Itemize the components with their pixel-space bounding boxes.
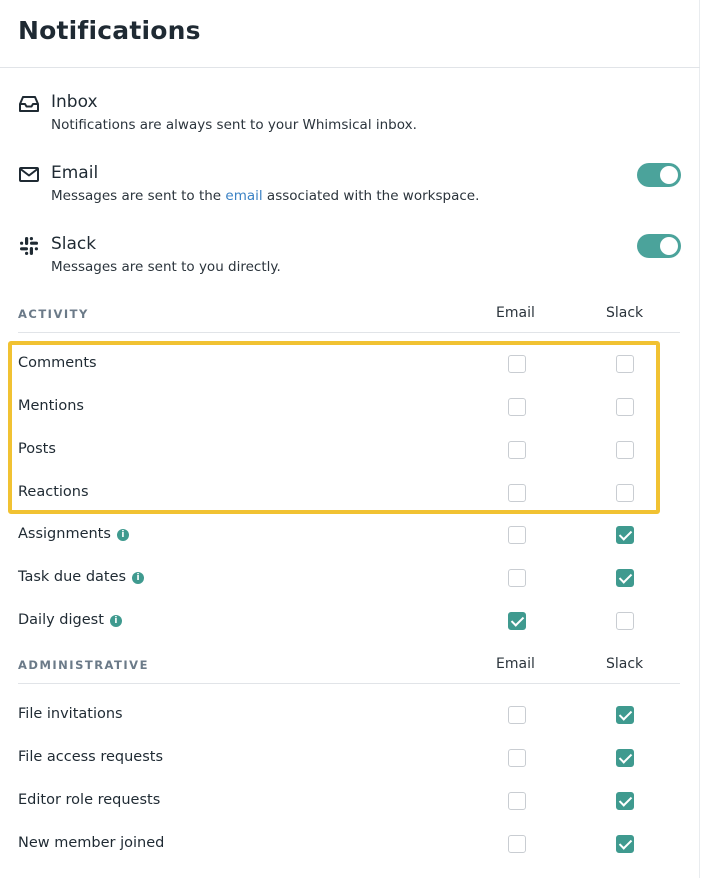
info-icon[interactable]: i	[109, 615, 122, 627]
file-invitations-email-checkbox[interactable]	[508, 706, 526, 724]
row-label: Assignments i	[18, 526, 129, 542]
daily-digest-slack-checkbox[interactable]	[616, 612, 634, 630]
email-link[interactable]: email	[225, 188, 262, 204]
section-label: ACTIVITY	[18, 307, 89, 321]
posts-slack-checkbox[interactable]	[616, 441, 634, 459]
row-label: Mentions	[18, 398, 84, 414]
channel-email: Email Messages are sent to the email ass…	[18, 163, 688, 213]
comments-slack-checkbox[interactable]	[616, 355, 634, 373]
column-header-email: Email	[496, 305, 535, 321]
row-label: Posts	[18, 441, 56, 457]
editor-role-requests-slack-checkbox[interactable]	[616, 792, 634, 810]
section-label: ADMINISTRATIVE	[18, 658, 149, 672]
setting-row-file-access-requests: File access requests	[18, 743, 680, 773]
slack-toggle[interactable]	[637, 234, 681, 258]
reactions-slack-checkbox[interactable]	[616, 484, 634, 502]
column-header-slack: Slack	[606, 305, 644, 321]
row-label: File invitations	[18, 706, 123, 722]
channel-description: Messages are sent to you directly.	[51, 259, 281, 275]
slack-icon	[20, 237, 38, 255]
email-toggle[interactable]	[637, 163, 681, 187]
file-access-requests-email-checkbox[interactable]	[508, 749, 526, 767]
posts-email-checkbox[interactable]	[508, 441, 526, 459]
channel-description: Notifications are always sent to your Wh…	[51, 117, 417, 133]
inbox-icon	[19, 96, 39, 112]
column-header-email: Email	[496, 656, 535, 672]
toggle-knob	[660, 237, 678, 255]
setting-row-posts: Posts	[18, 435, 680, 465]
setting-row-file-invitations: File invitations	[18, 700, 680, 730]
new-member-joined-email-checkbox[interactable]	[508, 835, 526, 853]
row-label: File access requests	[18, 749, 164, 765]
section-header-activity: ACTIVITY Email Slack	[18, 301, 680, 333]
notifications-panel: Notifications Inbox Notifications are al…	[0, 0, 700, 878]
row-label: New member joined	[18, 835, 165, 851]
toggle-knob	[660, 166, 678, 184]
channel-inbox: Inbox Notifications are always sent to y…	[18, 92, 688, 142]
file-invitations-slack-checkbox[interactable]	[616, 706, 634, 724]
channel-name: Email	[51, 163, 99, 183]
setting-row-editor-role-requests: Editor role requests	[18, 786, 680, 816]
row-label: Task due dates i	[18, 569, 145, 585]
channel-name: Inbox	[51, 92, 98, 112]
assignments-slack-checkbox[interactable]	[616, 526, 634, 544]
task-due-dates-email-checkbox[interactable]	[508, 569, 526, 587]
task-due-dates-slack-checkbox[interactable]	[616, 569, 634, 587]
section-header-administrative: ADMINISTRATIVE Email Slack	[18, 652, 680, 684]
assignments-email-checkbox[interactable]	[508, 526, 526, 544]
row-label: Daily digest i	[18, 612, 122, 628]
mentions-slack-checkbox[interactable]	[616, 398, 634, 416]
channel-description: Messages are sent to the email associate…	[51, 188, 480, 204]
setting-row-reactions: Reactions	[18, 478, 680, 508]
setting-row-new-member-joined: New member joined	[18, 829, 680, 859]
panel-header: Notifications	[0, 0, 700, 68]
column-header-slack: Slack	[606, 656, 644, 672]
mentions-email-checkbox[interactable]	[508, 398, 526, 416]
setting-row-mentions: Mentions	[18, 392, 680, 422]
setting-row-assignments: Assignments i	[18, 520, 680, 550]
setting-row-daily-digest: Daily digest i	[18, 606, 680, 636]
info-icon[interactable]: i	[116, 529, 129, 541]
comments-email-checkbox[interactable]	[508, 355, 526, 373]
new-member-joined-slack-checkbox[interactable]	[616, 835, 634, 853]
reactions-email-checkbox[interactable]	[508, 484, 526, 502]
info-icon[interactable]: i	[132, 572, 145, 584]
setting-row-comments: Comments	[18, 349, 680, 379]
row-label: Reactions	[18, 484, 89, 500]
setting-row-task-due-dates: Task due dates i	[18, 563, 680, 593]
channel-name: Slack	[51, 234, 97, 254]
envelope-icon	[19, 167, 39, 182]
row-label: Editor role requests	[18, 792, 161, 808]
row-label: Comments	[18, 355, 97, 371]
channel-slack: Slack Messages are sent to you directly.	[18, 234, 688, 284]
file-access-requests-slack-checkbox[interactable]	[616, 749, 634, 767]
page-title: Notifications	[18, 16, 201, 45]
daily-digest-email-checkbox[interactable]	[508, 612, 526, 630]
editor-role-requests-email-checkbox[interactable]	[508, 792, 526, 810]
